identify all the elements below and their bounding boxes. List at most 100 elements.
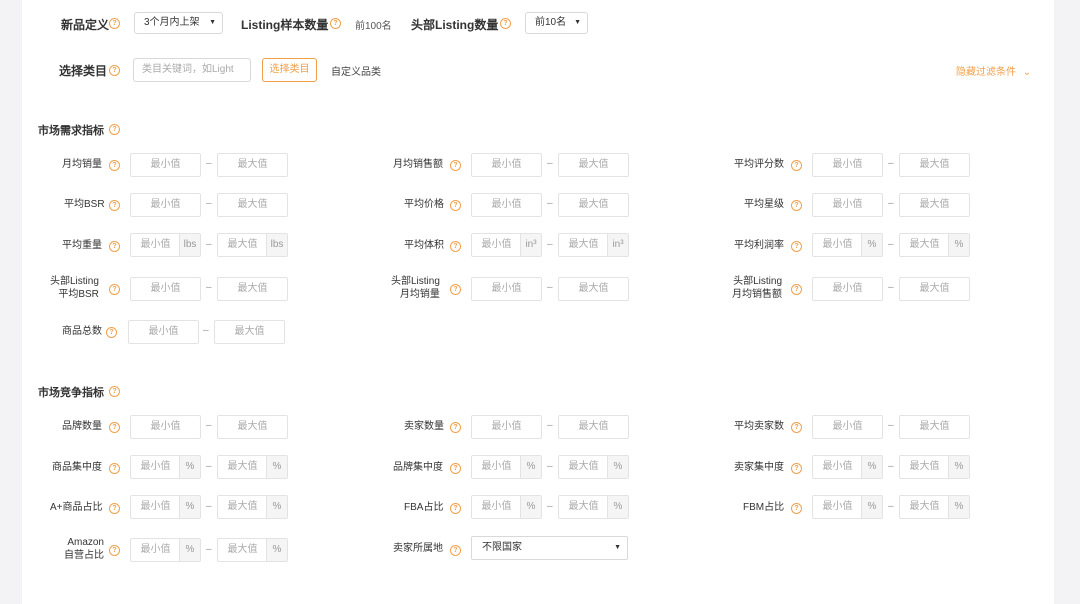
total-products-max-input[interactable]: 最大值 [214, 320, 285, 344]
avg-seller-count-max-input[interactable]: 最大值 [899, 415, 970, 439]
avg-rating-count-label: 平均评分数 [734, 159, 784, 170]
fba-ratio-min-input[interactable]: 最小值% [471, 495, 542, 519]
custom-category-link[interactable]: 自定义品类 [331, 63, 381, 78]
fbm-ratio-label: FBM占比 [743, 502, 785, 513]
help-icon[interactable]: ? [791, 463, 802, 474]
seller-count-min-input[interactable]: 最小值 [471, 415, 542, 439]
unit-percent: % [861, 496, 882, 518]
help-icon[interactable]: ? [109, 545, 120, 556]
placeholder: 最大值 [237, 159, 268, 170]
help-icon[interactable]: ? [450, 503, 461, 514]
avg-stars-max-input[interactable]: 最大值 [899, 193, 970, 217]
help-icon[interactable]: ? [791, 422, 802, 433]
seller-concentration-min-input[interactable]: 最小值% [812, 455, 883, 479]
help-icon[interactable]: ? [109, 200, 120, 211]
help-icon[interactable]: ? [109, 124, 120, 135]
help-icon[interactable]: ? [450, 200, 461, 211]
avg-price-min-input[interactable]: 最小值 [471, 193, 542, 217]
amazon-self-ratio-max-input[interactable]: 最大值% [217, 538, 288, 562]
help-icon[interactable]: ? [791, 200, 802, 211]
help-icon[interactable]: ? [109, 18, 120, 29]
range-dash: – [206, 544, 212, 555]
placeholder: 最大值 [227, 501, 258, 512]
label-line: 平均BSR [58, 289, 99, 300]
product-concentration-max-input[interactable]: 最大值% [217, 455, 288, 479]
listing-sample-label: Listing样本数量 [241, 18, 329, 32]
new-product-definition-select[interactable]: 3个月内上架 ▼ [134, 12, 223, 34]
fbm-ratio-min-input[interactable]: 最小值% [812, 495, 883, 519]
head-monthly-revenue-min-input[interactable]: 最小值 [812, 277, 883, 301]
unit-percent: % [266, 456, 287, 478]
filter-panel: 新品定义 ? 3个月内上架 ▼ Listing样本数量 ? 前100名 头部Li… [22, 0, 1054, 604]
head-listing-select[interactable]: 前10名 ▼ [525, 12, 588, 34]
avg-seller-count-min-input[interactable]: 最小值 [812, 415, 883, 439]
help-icon[interactable]: ? [450, 160, 461, 171]
avg-volume-min-input[interactable]: 最小值 in³ [471, 233, 542, 257]
head-avg-bsr-max-input[interactable]: 最大值 [217, 277, 288, 301]
product-concentration-label: 商品集中度 [52, 462, 102, 473]
avg-bsr-max-input[interactable]: 最大值 [217, 193, 288, 217]
head-monthly-revenue-max-input[interactable]: 最大值 [899, 277, 970, 301]
head-avg-bsr-label: 头部Listing 平均BSR [50, 275, 99, 301]
brand-concentration-max-input[interactable]: 最大值% [558, 455, 629, 479]
product-concentration-min-input[interactable]: 最小值% [130, 455, 201, 479]
aplus-ratio-min-input[interactable]: 最小值% [130, 495, 201, 519]
help-icon[interactable]: ? [500, 18, 511, 29]
category-search-input[interactable]: 类目关键词，如Light [133, 58, 251, 82]
help-icon[interactable]: ? [109, 503, 120, 514]
avg-margin-max-input[interactable]: 最大值% [899, 233, 970, 257]
help-icon[interactable]: ? [450, 422, 461, 433]
help-icon[interactable]: ? [450, 241, 461, 252]
avg-rating-count-max-input[interactable]: 最大值 [899, 153, 970, 177]
help-icon[interactable]: ? [330, 18, 341, 29]
amazon-self-ratio-min-input[interactable]: 最小值% [130, 538, 201, 562]
aplus-ratio-max-input[interactable]: 最大值% [217, 495, 288, 519]
help-icon[interactable]: ? [791, 503, 802, 514]
brand-count-min-input[interactable]: 最小值 [130, 415, 201, 439]
avg-volume-max-input[interactable]: 最大值 in³ [558, 233, 629, 257]
seller-count-max-input[interactable]: 最大值 [558, 415, 629, 439]
placeholder: 最大值 [919, 199, 950, 210]
brand-count-max-input[interactable]: 最大值 [217, 415, 288, 439]
fbm-ratio-max-input[interactable]: 最大值% [899, 495, 970, 519]
avg-rating-count-min-input[interactable]: 最小值 [812, 153, 883, 177]
brand-concentration-min-input[interactable]: 最小值% [471, 455, 542, 479]
avg-margin-min-input[interactable]: 最小值% [812, 233, 883, 257]
help-icon[interactable]: ? [450, 463, 461, 474]
avg-stars-min-input[interactable]: 最小值 [812, 193, 883, 217]
avg-bsr-label: 平均BSR [64, 199, 105, 210]
help-icon[interactable]: ? [791, 284, 802, 295]
help-icon[interactable]: ? [450, 545, 461, 556]
head-monthly-sales-min-input[interactable]: 最小值 [471, 277, 542, 301]
monthly-sales-min-input[interactable]: 最小值 [130, 153, 201, 177]
listing-sample-value[interactable]: 前100名 [355, 17, 392, 32]
help-icon[interactable]: ? [109, 241, 120, 252]
avg-weight-max-input[interactable]: 最大值 lbs [217, 233, 288, 257]
select-category-button[interactable]: 选择类目 [262, 58, 317, 82]
head-monthly-sales-max-input[interactable]: 最大值 [558, 277, 629, 301]
total-products-min-input[interactable]: 最小值 [128, 320, 199, 344]
avg-bsr-min-input[interactable]: 最小值 [130, 193, 201, 217]
help-icon[interactable]: ? [791, 241, 802, 252]
help-icon[interactable]: ? [109, 463, 120, 474]
avg-price-max-input[interactable]: 最大值 [558, 193, 629, 217]
fba-ratio-max-input[interactable]: 最大值% [558, 495, 629, 519]
head-avg-bsr-min-input[interactable]: 最小值 [130, 277, 201, 301]
help-icon[interactable]: ? [109, 422, 120, 433]
monthly-sales-max-input[interactable]: 最大值 [217, 153, 288, 177]
seller-concentration-max-input[interactable]: 最大值% [899, 455, 970, 479]
help-icon[interactable]: ? [791, 160, 802, 171]
avg-weight-min-input[interactable]: 最小值 lbs [130, 233, 201, 257]
help-icon[interactable]: ? [109, 65, 120, 76]
seller-location-select[interactable]: 不限国家 ▼ [471, 536, 628, 560]
hide-filter-toggle[interactable]: 隐藏过滤条件 ⌄ [956, 63, 1031, 78]
placeholder: 最小值 [832, 421, 863, 432]
help-icon[interactable]: ? [109, 386, 120, 397]
monthly-revenue-max-input[interactable]: 最大值 [558, 153, 629, 177]
help-icon[interactable]: ? [106, 327, 117, 338]
monthly-revenue-min-input[interactable]: 最小值 [471, 153, 542, 177]
help-icon[interactable]: ? [109, 160, 120, 171]
help-icon[interactable]: ? [109, 284, 120, 295]
range-dash: – [547, 461, 553, 472]
help-icon[interactable]: ? [450, 284, 461, 295]
